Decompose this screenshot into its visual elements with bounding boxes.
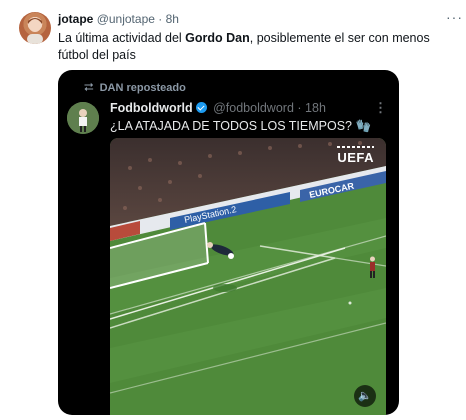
embedded-post[interactable]: ⮂ DAN reposteado Fodboldworld @fodboldwor… xyxy=(58,70,399,415)
video-player[interactable]: PlayStation.2 EUROCAR UEFA 🔈 xyxy=(110,138,386,415)
embedded-header: Fodboldworld @fodboldword · 18h xyxy=(110,101,326,115)
mute-icon[interactable]: 🔈 xyxy=(354,385,376,407)
embedded-more-icon[interactable]: ⋮ xyxy=(374,100,387,116)
text-part-1: La última actividad del xyxy=(58,31,186,45)
timestamp[interactable]: 8h xyxy=(166,12,179,26)
text-mention-bold: Gordo Dan xyxy=(185,31,250,45)
author-handle[interactable]: @unjotape xyxy=(97,12,155,26)
author-avatar[interactable] xyxy=(19,12,51,44)
tweet-text: La última actividad del Gordo Dan, posib… xyxy=(58,30,453,64)
repost-label[interactable]: DAN reposteado xyxy=(100,82,186,94)
verified-icon xyxy=(195,102,207,113)
repost-line: ⮂ DAN reposteado xyxy=(84,80,186,95)
separator: · xyxy=(158,12,163,26)
broadcaster-logo: UEFA xyxy=(337,146,374,165)
author-name[interactable]: jotape xyxy=(58,12,93,26)
embedded-timestamp[interactable]: 18h xyxy=(305,101,326,115)
video-frame: PlayStation.2 EUROCAR xyxy=(110,138,386,415)
embedded-separator: · xyxy=(297,101,302,115)
repost-icon: ⮂ xyxy=(84,80,94,94)
tweet-header: jotape @unjotape · 8h xyxy=(58,12,179,27)
embedded-author-avatar[interactable] xyxy=(67,102,99,134)
embedded-author-handle[interactable]: @fodboldword xyxy=(213,101,294,115)
embedded-text: ¿LA ATAJADA DE TODOS LOS TIEMPOS? 🧤 xyxy=(110,119,372,133)
more-icon[interactable]: ··· xyxy=(446,9,463,25)
embedded-author-name[interactable]: Fodboldworld xyxy=(110,101,193,115)
tweet: jotape @unjotape · 8h ··· La última acti… xyxy=(0,0,466,420)
